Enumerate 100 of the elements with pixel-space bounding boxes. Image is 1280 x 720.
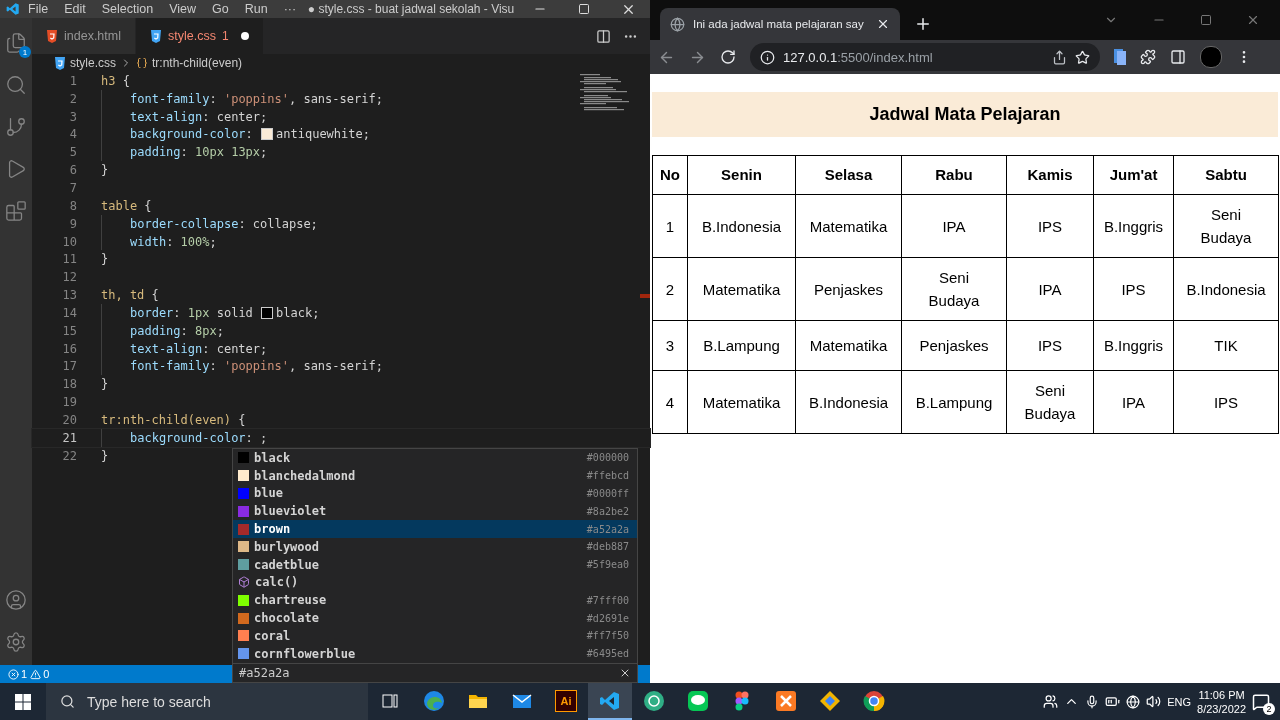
menu-item[interactable]: File: [20, 2, 57, 16]
knot-icon[interactable]: [643, 689, 665, 712]
color-hex: #a52a2a: [586, 523, 629, 535]
editor-tab[interactable]: style.css 1: [136, 18, 264, 54]
code-text: table {: [101, 198, 152, 213]
suggestion-item[interactable]: calc(): [233, 573, 637, 592]
figma-icon[interactable]: [735, 690, 749, 711]
editor-tab[interactable]: index.html: [32, 18, 136, 54]
scrollbar-marker: [640, 294, 650, 298]
unsaved-dot-icon: [240, 32, 249, 40]
suggestion-item[interactable]: coral #ff7f50: [233, 626, 637, 645]
line-number: 7: [68, 181, 78, 195]
line-number: 19: [61, 395, 78, 410]
suggestion-item[interactable]: chocolate #d2691e: [233, 609, 637, 627]
menu-item[interactable]: Go: [204, 2, 237, 16]
line-number: 9: [68, 216, 78, 231]
menu-item[interactable]: Selection: [93, 2, 162, 16]
maximize-icon[interactable]: [1200, 14, 1212, 26]
table-cell-text: B.Indonesia: [1186, 279, 1266, 300]
suggestion-item[interactable]: burlywood #deb887: [233, 538, 637, 556]
breadcrumb-item[interactable]: tr:nth-child(even): [152, 56, 243, 70]
illustrator-app-icon[interactable]: Ai: [555, 689, 577, 712]
color-hex: #7fff00: [586, 594, 629, 606]
suggestion-item[interactable]: black #000000: [233, 449, 637, 467]
table-cell-text: B.Indonesia: [808, 392, 889, 413]
close-icon[interactable]: [876, 17, 890, 31]
table-cell-text: 1: [665, 216, 675, 237]
new-tab-icon[interactable]: [914, 15, 932, 33]
diamond-app-icon[interactable]: [819, 689, 841, 712]
branch-icon[interactable]: [5, 116, 27, 138]
suggestion-item[interactable]: blueviolet #8a2be2: [233, 502, 637, 521]
suggestion-item[interactable]: blue #0000ff: [233, 484, 637, 503]
line-number: 11: [61, 252, 78, 267]
menu-item[interactable]: ···: [275, 2, 305, 16]
color-hex: #5f9ea0: [586, 559, 629, 571]
table-cell-text: IPA: [942, 216, 966, 237]
suggestion-detail: #a52a2a: [239, 665, 290, 680]
menu-item[interactable]: Run: [236, 2, 276, 16]
settings-icon[interactable]: [5, 631, 27, 653]
code-text: antiquewhite;: [276, 127, 370, 142]
line-number: 21: [61, 430, 78, 445]
code-text: th, td {: [101, 288, 159, 303]
chrome-icon[interactable]: [863, 689, 885, 712]
table-cell-text: Seni Budaya: [1023, 381, 1077, 424]
table-cell-text: 2: [665, 279, 675, 300]
browser-icon[interactable]: [423, 689, 445, 712]
code-editor-icon[interactable]: [599, 689, 621, 712]
star-icon[interactable]: [1075, 49, 1090, 65]
reload-icon[interactable]: [720, 49, 736, 65]
close-icon[interactable]: [1246, 13, 1260, 27]
search-icon: [60, 694, 75, 709]
account-icon[interactable]: [5, 589, 27, 611]
extensions-icon[interactable]: [1140, 49, 1156, 65]
menu-item[interactable]: View: [161, 2, 204, 16]
line-number: 4: [68, 127, 78, 142]
css-file-icon: [54, 56, 66, 70]
browser-tab[interactable]: Ini ada jadwal mata pelajaran say: [660, 8, 900, 40]
code-text: background-color: ;: [130, 430, 268, 445]
network-icon[interactable]: [1126, 694, 1141, 709]
suggestion-item[interactable]: chartreuse #7fff00: [233, 591, 637, 610]
split-editor-icon[interactable]: [596, 28, 611, 44]
document-icon[interactable]: [1114, 49, 1126, 65]
suggestion-item[interactable]: blanchedalmond #ffebcd: [233, 466, 637, 485]
taskbar-search[interactable]: Type here to search: [46, 683, 368, 720]
table-cell-text: 3: [665, 336, 675, 356]
language-indicator[interactable]: ENG: [1167, 695, 1192, 708]
color-hex: #d2691e: [586, 612, 629, 624]
speaker-icon[interactable]: [1146, 694, 1162, 709]
cube-icon: [238, 576, 250, 589]
window-title: ● style.css - buat jadwal sekolah - Visu: [306, 2, 516, 16]
people-icon[interactable]: [1043, 694, 1059, 709]
menu-item[interactable]: Edit: [56, 2, 94, 16]
notifications-icon[interactable]: [1252, 692, 1270, 711]
address-bar[interactable]: 127.0.0.1:5500/index.html: [750, 43, 1100, 71]
suggestion-item[interactable]: brown #a52a2a: [233, 520, 637, 538]
code-text: padding: 8px;: [130, 323, 224, 338]
table-cell-text: B.Inggris: [1103, 216, 1164, 237]
xampp-icon[interactable]: [775, 689, 797, 712]
code-text: padding: 10px 13px;: [130, 145, 268, 160]
table-cell-text: B.Lampung: [703, 336, 780, 356]
battery-icon[interactable]: [1105, 694, 1121, 709]
line-number: 20: [61, 412, 78, 427]
clock[interactable]: 11:06 PM 8/23/2022: [1197, 687, 1246, 716]
column-header: Selasa: [795, 155, 902, 195]
profile-avatar[interactable]: [1200, 46, 1222, 68]
search-icon[interactable]: [5, 74, 27, 96]
side-panel-icon[interactable]: [1170, 49, 1186, 65]
share-icon[interactable]: [1052, 49, 1067, 65]
files-icon[interactable]: [5, 32, 27, 54]
suggestion-item[interactable]: cadetblue #5f9ea0: [233, 555, 637, 574]
chat-app-icon[interactable]: [687, 689, 709, 712]
microphone-icon[interactable]: [1085, 694, 1100, 709]
tab-label: index.html: [64, 29, 121, 43]
warning-count[interactable]: 0: [30, 668, 50, 680]
windows-start-icon[interactable]: [15, 693, 31, 710]
column-header: Senin: [687, 155, 796, 195]
task-view-icon[interactable]: [381, 691, 399, 710]
column-header: Sabtu: [1173, 155, 1279, 195]
suggestion-item[interactable]: cornflowerblue #6495ed: [233, 644, 637, 663]
breadcrumb-item[interactable]: style.css: [70, 56, 116, 70]
